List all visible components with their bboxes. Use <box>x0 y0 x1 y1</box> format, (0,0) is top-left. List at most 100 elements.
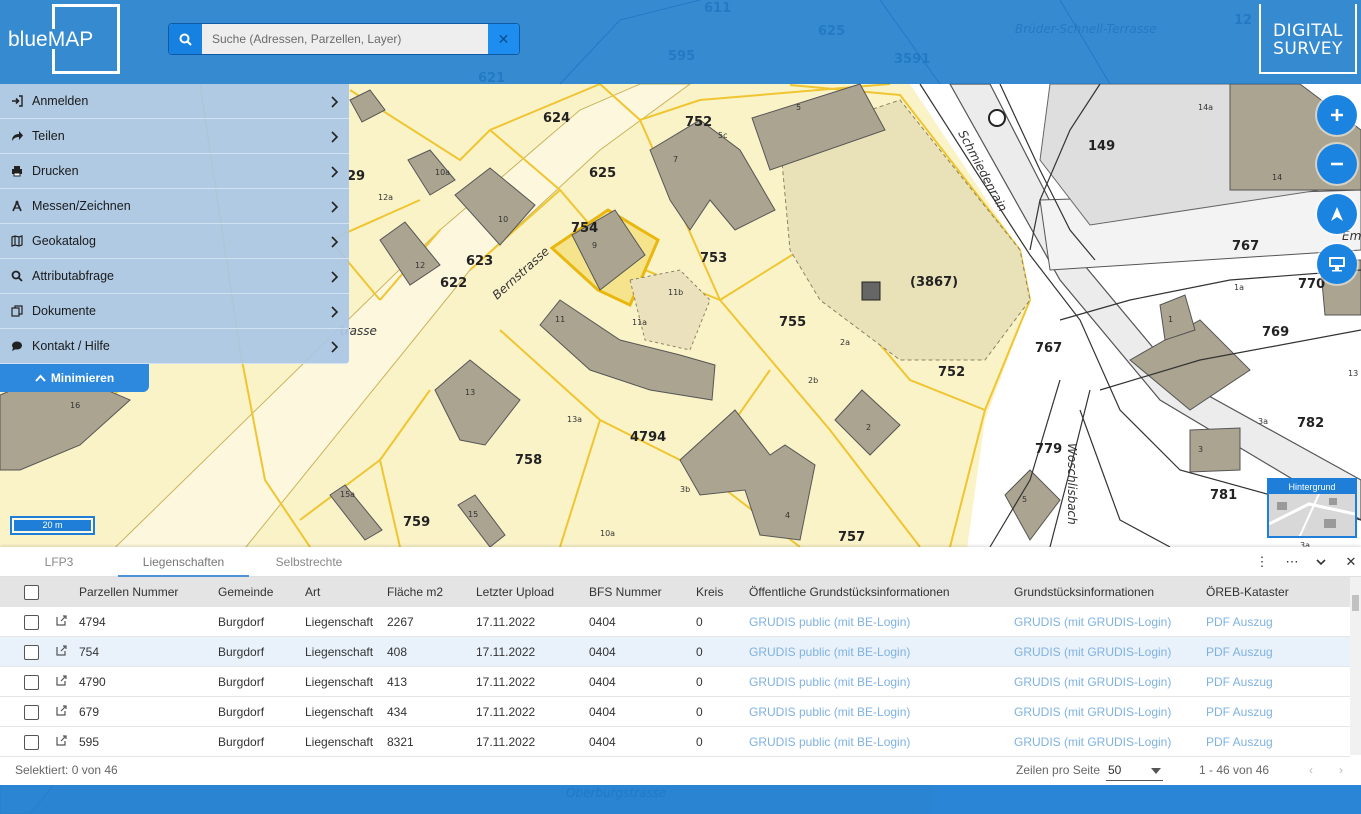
menu-item-label: Drucken <box>32 164 79 178</box>
menu-item-attributabfrage[interactable]: Attributabfrage <box>0 259 349 294</box>
cell-art: Liegenschaft <box>305 705 374 719</box>
background-switcher[interactable]: Hintergrund <box>1267 478 1357 538</box>
menu-item-drucken[interactable]: Drucken <box>0 154 349 189</box>
select-all-checkbox[interactable] <box>24 585 39 600</box>
svg-text:752: 752 <box>685 115 712 130</box>
col-header-art[interactable]: Art <box>305 577 320 607</box>
table-scrollbar[interactable] <box>1350 577 1361 755</box>
col-header-parzellen-nummer[interactable]: Parzellen Nummer <box>79 577 178 607</box>
search-input[interactable] <box>202 24 489 54</box>
bluemap-logo[interactable]: blueMAP <box>8 4 120 74</box>
printer-icon <box>10 164 24 178</box>
col-header-kreis[interactable]: Kreis <box>696 577 723 607</box>
more-horizontal-icon[interactable]: ⋯ <box>1284 554 1300 570</box>
open-external-icon[interactable] <box>56 645 68 657</box>
row-checkbox[interactable] <box>24 645 39 660</box>
link-pdf-auszug[interactable]: PDF Auszug <box>1206 637 1273 667</box>
chevron-down-icon[interactable] <box>1313 554 1329 570</box>
svg-text:14a: 14a <box>1198 103 1213 112</box>
link-grudis-login[interactable]: GRUDIS (mit GRUDIS-Login) <box>1014 727 1171 757</box>
row-checkbox[interactable] <box>24 705 39 720</box>
menu-item-geokatalog[interactable]: Geokatalog <box>0 224 349 259</box>
chevron-right-icon <box>331 201 339 216</box>
svg-text:623: 623 <box>466 254 493 269</box>
prev-page-icon[interactable]: ‹ <box>1309 755 1313 785</box>
svg-text:2a: 2a <box>840 338 850 347</box>
link-pdf-auszug[interactable]: PDF Auszug <box>1206 667 1273 697</box>
link-grudis-login[interactable]: GRUDIS (mit GRUDIS-Login) <box>1014 667 1171 697</box>
cell-parzellen-nummer: 4794 <box>79 615 106 629</box>
tab-liegenschaften[interactable]: Liegenschaften <box>118 547 249 577</box>
col-header-grundstuecksinfo[interactable]: Grundstücksinformationen <box>1014 577 1154 607</box>
open-external-icon[interactable] <box>56 615 68 627</box>
col-header-oereb-kataster[interactable]: ÖREB-Kataster <box>1206 577 1289 607</box>
table-row[interactable]: 595 Burgdorf Liegenschaft 8321 17.11.2022 040… <box>0 727 1350 757</box>
open-external-icon[interactable] <box>56 735 68 747</box>
menu-item-kontakt-hilfe[interactable]: Kontakt / Hilfe <box>0 329 349 364</box>
menu-item-teilen[interactable]: Teilen <box>0 119 349 154</box>
svg-text:9: 9 <box>592 241 597 250</box>
north-arrow-icon <box>1331 207 1343 221</box>
minimize-menu-button[interactable]: Minimieren <box>0 364 149 392</box>
table-row[interactable]: 679 Burgdorf Liegenschaft 434 17.11.2022 0404… <box>0 697 1350 727</box>
tab-lfp3[interactable]: LFP3 <box>20 547 98 577</box>
row-checkbox[interactable] <box>24 735 39 750</box>
link-pdf-auszug[interactable]: PDF Auszug <box>1206 697 1273 727</box>
background-label: Hintergrund <box>1269 480 1355 494</box>
open-external-icon[interactable] <box>56 705 68 717</box>
cell-kreis: 0 <box>696 645 703 659</box>
svg-text:12a: 12a <box>378 193 393 202</box>
svg-text:15a: 15a <box>340 490 355 499</box>
close-panel-icon[interactable]: ✕ <box>1343 554 1359 570</box>
link-grudis-login[interactable]: GRUDIS (mit GRUDIS-Login) <box>1014 637 1171 667</box>
link-grudis-public[interactable]: GRUDIS public (mit BE-Login) <box>749 607 910 637</box>
side-menu: Anmelden Teilen Drucken Messen/Zeichnen … <box>0 84 349 364</box>
zoom-out-button[interactable] <box>1317 144 1357 184</box>
scrollbar-thumb[interactable] <box>1352 595 1359 611</box>
svg-text:3b: 3b <box>680 485 690 494</box>
clear-search-button[interactable]: ✕ <box>488 24 519 54</box>
col-header-letzter-upload[interactable]: Letzter Upload <box>476 577 554 607</box>
documents-icon <box>10 304 24 318</box>
attribute-table-panel: LFP3 Liegenschaften Selbstrechte ⋮ ⋯ ✕ P… <box>0 547 1361 785</box>
scale-bar: 20 m <box>10 516 95 535</box>
panel-tabs: LFP3 Liegenschaften Selbstrechte ⋮ ⋯ ✕ <box>0 547 1361 577</box>
menu-item-anmelden[interactable]: Anmelden <box>0 84 349 119</box>
link-pdf-auszug[interactable]: PDF Auszug <box>1206 727 1273 757</box>
link-grudis-login[interactable]: GRUDIS (mit GRUDIS-Login) <box>1014 607 1171 637</box>
table-row[interactable]: 754 Burgdorf Liegenschaft 408 17.11.2022 0404… <box>0 637 1350 667</box>
display-mode-button[interactable] <box>1317 244 1357 284</box>
svg-text:759: 759 <box>403 515 430 530</box>
table-row[interactable]: 4794 Burgdorf Liegenschaft 2267 17.11.2022 04… <box>0 607 1350 637</box>
open-external-icon[interactable] <box>56 675 68 687</box>
svg-text:11: 11 <box>555 315 565 324</box>
scale-label: 20 m <box>14 520 91 531</box>
row-checkbox[interactable] <box>24 615 39 630</box>
north-button[interactable] <box>1317 194 1357 234</box>
menu-item-dokumente[interactable]: Dokumente <box>0 294 349 329</box>
col-header-flaeche[interactable]: Fläche m2 <box>387 577 443 607</box>
tab-selbstrechte[interactable]: Selbstrechte <box>264 547 354 577</box>
more-vertical-icon[interactable]: ⋮ <box>1254 554 1270 570</box>
row-checkbox[interactable] <box>24 675 39 690</box>
brand-line-1: DIGITAL <box>1273 21 1343 41</box>
col-header-gemeinde[interactable]: Gemeinde <box>218 577 273 607</box>
link-grudis-login[interactable]: GRUDIS (mit GRUDIS-Login) <box>1014 697 1171 727</box>
table-row[interactable]: 4790 Burgdorf Liegenschaft 413 17.11.2022 040… <box>0 667 1350 697</box>
cell-gemeinde: Burgdorf <box>218 735 265 749</box>
link-pdf-auszug[interactable]: PDF Auszug <box>1206 607 1273 637</box>
search-button[interactable] <box>169 24 202 54</box>
svg-text:(3867): (3867) <box>910 275 958 290</box>
next-page-icon[interactable]: › <box>1339 755 1343 785</box>
col-header-oeffentliche-info[interactable]: Öffentliche Grundstücksinformationen <box>749 577 950 607</box>
rows-per-page-select[interactable]: 50 <box>1106 761 1163 781</box>
link-grudis-public[interactable]: GRUDIS public (mit BE-Login) <box>749 637 910 667</box>
menu-item-messen-zeichnen[interactable]: Messen/Zeichnen <box>0 189 349 224</box>
link-grudis-public[interactable]: GRUDIS public (mit BE-Login) <box>749 727 910 757</box>
link-grudis-public[interactable]: GRUDIS public (mit BE-Login) <box>749 667 910 697</box>
col-header-bfs-nummer[interactable]: BFS Nummer <box>589 577 662 607</box>
zoom-in-button[interactable] <box>1317 95 1357 135</box>
svg-text:625: 625 <box>589 166 616 181</box>
cell-gemeinde: Burgdorf <box>218 705 265 719</box>
link-grudis-public[interactable]: GRUDIS public (mit BE-Login) <box>749 697 910 727</box>
